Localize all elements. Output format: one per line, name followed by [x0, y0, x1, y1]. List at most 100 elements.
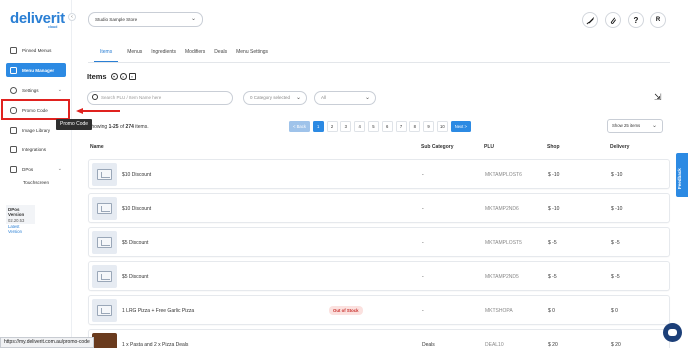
item-name: 1 LRG Pizza + Free Garlic Pizza	[122, 308, 195, 314]
item-delivery-price: $ -5	[611, 240, 620, 246]
version-box: DPos Version 02.20.53 Latest Version	[6, 205, 35, 234]
column-header-shop[interactable]: Shop	[547, 144, 560, 150]
page-button[interactable]: 2	[326, 121, 338, 132]
item-shop-price: $ -10	[548, 172, 560, 178]
tab-menu-settings[interactable]: Menu Settings	[236, 44, 268, 62]
item-delivery-price: $ 20	[611, 342, 621, 348]
sidebar-item-integrations[interactable]: Integrations	[6, 142, 66, 156]
chevron-down-icon: ⌄	[57, 166, 62, 172]
logo-sub: cloud	[48, 25, 58, 29]
item-image	[92, 299, 117, 322]
search-input[interactable]: Search PLU / Item Name here	[87, 91, 233, 105]
latest-version-link[interactable]: Latest Version	[8, 224, 33, 234]
sidebar-item-pinned-menus[interactable]: Pinned Menus	[6, 43, 66, 57]
page-button[interactable]: 10	[436, 121, 448, 132]
item-sub-category: -	[422, 240, 424, 246]
search-icon	[92, 94, 98, 100]
page-title-row: Items + • ▪	[87, 72, 136, 81]
showing-prefix: Showing	[88, 124, 108, 130]
table-row[interactable]: $5 Discount - MKTAMPLOST5 $ -5 $ -5	[88, 227, 670, 257]
tab-modifiers[interactable]: Modifiers	[185, 44, 205, 62]
tab-ingredients[interactable]: Ingredients	[151, 44, 176, 62]
per-page-select[interactable]: Show 25 items ⌄	[607, 119, 663, 133]
item-shop-price: $ 0	[548, 308, 555, 314]
promo-code-highlight	[1, 99, 70, 120]
item-sub-category: -	[422, 206, 424, 212]
table-row[interactable]: 1 x Pasta and 2 x Pizza Deals Deals DEAL…	[88, 329, 670, 348]
sidebar-item-dpos[interactable]: DPos ⌄	[6, 162, 66, 176]
item-plu: DEAL10	[485, 342, 504, 348]
item-sub-category: -	[422, 274, 424, 280]
print-icon[interactable]: ▪	[128, 73, 136, 80]
type-select[interactable]: All ⌄	[314, 91, 376, 105]
category-select-value: 0 Category selected	[250, 95, 291, 100]
table-row[interactable]: 1 LRG Pizza + Free Garlic Pizza Out of S…	[88, 295, 670, 325]
table-row[interactable]: $10 Discount - MKTAMP2ND6 $ -10 $ -10	[88, 193, 670, 223]
chevron-down-icon: ⌄	[295, 95, 301, 101]
chevron-down-icon: ⌄	[57, 87, 62, 93]
sidebar-item-label: Menu Manager	[22, 67, 55, 73]
next-page-button[interactable]: Next >	[450, 121, 471, 132]
store-select[interactable]: Studio Sample Store ⌄	[88, 12, 203, 27]
tab-bar: Items Menus Ingredients Modifiers Deals …	[94, 44, 277, 62]
table-row[interactable]: $5 Discount - MKTAMP2ND5 $ -5 $ -5	[88, 261, 670, 291]
item-plu: MKTAMP2ND6	[485, 206, 519, 212]
tab-items[interactable]: Items	[94, 44, 119, 62]
column-header-name[interactable]: Name	[90, 144, 104, 150]
page-button[interactable]: 7	[395, 121, 407, 132]
pos-icon	[10, 165, 17, 173]
tab-deals[interactable]: Deals	[214, 44, 227, 62]
page-title: Items	[87, 72, 107, 81]
category-select[interactable]: 0 Category selected ⌄	[243, 91, 307, 105]
store-select-value: Studio Sample Store	[95, 17, 138, 22]
item-delivery-price: $ -10	[611, 172, 623, 178]
arrow-left-icon	[76, 108, 120, 114]
table-row[interactable]: $10 Discount - MKTAMPLOST6 $ -10 $ -10	[88, 159, 670, 189]
item-name: $5 Discount	[122, 274, 149, 280]
item-delivery-price: $ 0	[611, 308, 618, 314]
page-button[interactable]: 9	[423, 121, 435, 132]
item-shop-price: $ -10	[548, 206, 560, 212]
column-header-plu[interactable]: PLU	[484, 144, 494, 150]
tab-menus[interactable]: Menus	[127, 44, 142, 62]
help-icon[interactable]: ?	[628, 12, 644, 28]
item-sub-category: -	[422, 308, 424, 314]
item-plu: MKTAMPLOST5	[485, 240, 522, 246]
showing-range: 1-25	[108, 124, 119, 130]
sidebar-item-label: Image Library	[22, 127, 51, 133]
item-delivery-price: $ -5	[611, 274, 620, 280]
page-button[interactable]: 3	[340, 121, 352, 132]
page-button[interactable]: 8	[409, 121, 421, 132]
add-icon[interactable]: +	[110, 73, 118, 80]
showing-suffix: items.	[135, 124, 149, 130]
user-avatar[interactable]: R	[650, 12, 666, 28]
item-plu: MKTSHOPA	[485, 308, 513, 314]
item-image	[92, 265, 117, 288]
item-plu: MKTAMP2ND5	[485, 274, 519, 280]
item-shop-price: $ -5	[548, 274, 557, 280]
prev-page-button[interactable]: < Back	[289, 121, 310, 132]
sidebar-subitem-touchscreen[interactable]: Touchscreen	[23, 180, 49, 185]
sidebar-item-settings[interactable]: Settings ⌄	[6, 83, 66, 97]
page-button[interactable]: 4	[354, 121, 366, 132]
item-sub-category: -	[422, 172, 424, 178]
showing-of: of	[119, 124, 125, 130]
sidebar-item-label: Settings	[22, 87, 39, 93]
item-name: $5 Discount	[122, 240, 149, 246]
column-header-sub-category[interactable]: Sub Category	[421, 144, 454, 150]
attachment-icon[interactable]	[605, 12, 621, 28]
page-button[interactable]: 1	[312, 121, 324, 132]
rocket-icon[interactable]	[582, 12, 598, 28]
export-icon[interactable]: ⇲	[654, 92, 665, 103]
sidebar-item-menu-manager[interactable]: Menu Manager	[6, 63, 66, 77]
collapse-sidebar-button[interactable]: ‹	[68, 13, 76, 21]
item-image	[92, 197, 117, 220]
column-header-delivery[interactable]: Delivery	[610, 144, 629, 150]
page-button[interactable]: 6	[381, 121, 393, 132]
item-image	[92, 231, 117, 254]
settings-icon[interactable]: •	[119, 73, 127, 80]
page-button[interactable]: 5	[367, 121, 379, 132]
chat-button[interactable]	[663, 323, 682, 342]
chevron-down-icon: ⌄	[651, 123, 657, 129]
feedback-tab[interactable]: Feedback	[676, 153, 688, 197]
